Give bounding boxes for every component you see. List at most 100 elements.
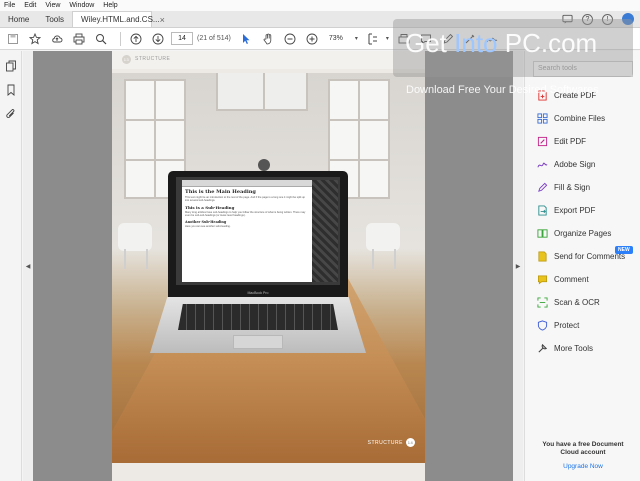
toolbar-divider [120,31,121,46]
fit-page-icon[interactable] [364,30,382,48]
tool-label: Protect [554,320,580,330]
attachments-icon[interactable] [2,105,20,123]
select-cursor-icon[interactable] [237,30,255,48]
tool-label: Comment [554,274,589,284]
cloud-upload-icon[interactable] [48,30,66,48]
screen-another-sub-heading: Another Sub-Heading [185,220,227,224]
tab-document-label: Wiley.HTML.and.CS... [81,15,160,24]
tab-tools[interactable]: Tools [37,11,72,27]
screen-paragraph-1: This text might be an introduction to th… [185,196,305,202]
tab-close-icon[interactable]: × [160,15,165,25]
tab-home[interactable]: Home [0,11,37,27]
browser-window: This is the Main Heading This text might… [182,180,312,282]
screen-paragraph-2: Many long articles have sub-headings to … [185,211,306,217]
zoom-in-icon[interactable] [303,30,321,48]
print-icon[interactable] [70,30,88,48]
header-section-label: STRUCTURE [135,56,171,62]
bookmarks-panel-icon[interactable] [2,81,20,99]
tab-document[interactable]: Wiley.HTML.and.CS... × [72,11,165,27]
watermark-subtitle: Download Free Your Desired Softwares [406,84,599,96]
adobe-sign-icon [537,159,548,170]
tool-combine-files[interactable]: Combine Files [537,111,605,125]
tool-label: Organize Pages [554,228,612,238]
tool-label: Adobe Sign [554,159,596,169]
menu-window[interactable]: Window [69,2,94,9]
page-count: (21 of 514) [197,35,231,42]
fit-dropdown-icon[interactable]: ▾ [386,35,389,42]
organize-pages-icon [537,228,548,239]
tool-send-for-comments[interactable]: Send for Comments [537,249,625,263]
menu-file[interactable]: File [4,2,15,9]
tool-fill-sign[interactable]: Fill & Sign [537,180,590,194]
laptop-trackpad [233,335,283,349]
more-tools-icon [537,343,548,354]
combine-files-icon [537,112,548,124]
zoom-level[interactable]: 73% [329,35,353,42]
tool-label: Fill & Sign [554,182,591,192]
save-icon[interactable] [4,30,22,48]
edit-pdf-icon [537,136,548,147]
menu-help[interactable]: Help [103,2,117,9]
search-icon[interactable] [92,30,110,48]
header-page-number: 13 [122,54,131,64]
send-for-comments-icon [537,251,548,262]
screen-paragraph-3: Here you can see another sub-heading. [185,225,231,228]
chair-right [366,223,400,251]
tool-label: Send for Comments [554,251,626,261]
laptop-model-label: MacBook Pro [247,291,269,295]
tool-export-pdf[interactable]: Export PDF [537,203,595,217]
next-page-icon[interactable] [149,30,167,48]
tool-label: Combine Files [554,113,606,123]
screen-background-pattern [312,180,338,282]
protect-icon [537,319,548,331]
tool-label: Edit PDF [554,136,587,146]
tool-protect[interactable]: Protect [537,318,579,332]
tool-edit-pdf[interactable]: Edit PDF [537,134,586,148]
bookmark-star-icon[interactable] [26,30,44,48]
collapse-right-icon: ▶ [515,263,521,270]
left-rail [0,51,22,481]
menu-view[interactable]: View [45,2,60,9]
page-footer: STRUCTURE 14 [368,438,415,447]
right-pane-toggle[interactable]: ▶ [513,51,523,481]
comment-icon [537,274,548,285]
window-top [216,73,308,111]
wall-lamp [258,159,270,171]
watermark-title: Get Into PC.com [405,28,598,58]
document-viewer[interactable]: 13 STRUCTURE This is the Main Heading Th… [33,51,513,481]
pdf-page: 13 STRUCTURE This is the Main Heading Th… [112,51,425,481]
zoom-out-icon[interactable] [281,30,299,48]
tool-adobe-sign[interactable]: Adobe Sign [537,157,595,171]
tool-label: Scan & OCR [554,297,600,307]
menu-bar: File Edit View Window Help [0,0,640,11]
laptop-screen: This is the Main Heading This text might… [168,171,348,297]
left-pane-toggle[interactable]: ◀ [23,51,33,481]
screen-sub-heading: This is a Sub-Heading [185,205,235,210]
zoom-dropdown-icon[interactable]: ▾ [355,35,358,42]
upgrade-now-link[interactable]: Upgrade Now [533,463,633,470]
tool-scan-ocr[interactable]: Scan & OCR [537,295,600,309]
hand-tool-icon[interactable] [259,30,277,48]
previous-page-icon[interactable] [127,30,145,48]
footer-page-number: 14 [406,438,415,447]
menu-edit[interactable]: Edit [24,2,36,9]
tool-label: More Tools [554,343,593,353]
scan-ocr-icon [537,296,548,308]
laptop-keyboard [178,304,338,330]
tools-pane: Search tools Create PDF Combine Files Ed… [524,51,640,481]
cloud-account-promo: You have a free Document Cloud account [542,441,624,456]
collapse-left-icon: ◀ [25,263,31,270]
footer-section-label: STRUCTURE [367,439,403,446]
export-pdf-icon [537,204,548,216]
tool-label: Export PDF [554,205,596,215]
page-header: 13 STRUCTURE [112,51,425,69]
page-number-input[interactable]: 14 [171,32,193,45]
tool-more-tools[interactable]: More Tools [537,341,593,355]
tool-organize-pages[interactable]: Organize Pages [537,226,611,240]
fill-sign-icon [537,182,548,193]
tool-comment[interactable]: Comment [537,272,589,286]
office-photo: This is the Main Heading This text might… [112,73,425,463]
chair-left [118,223,152,251]
screen-main-heading: This is the Main Heading [185,189,256,195]
pages-thumbnails-icon[interactable] [2,57,20,75]
